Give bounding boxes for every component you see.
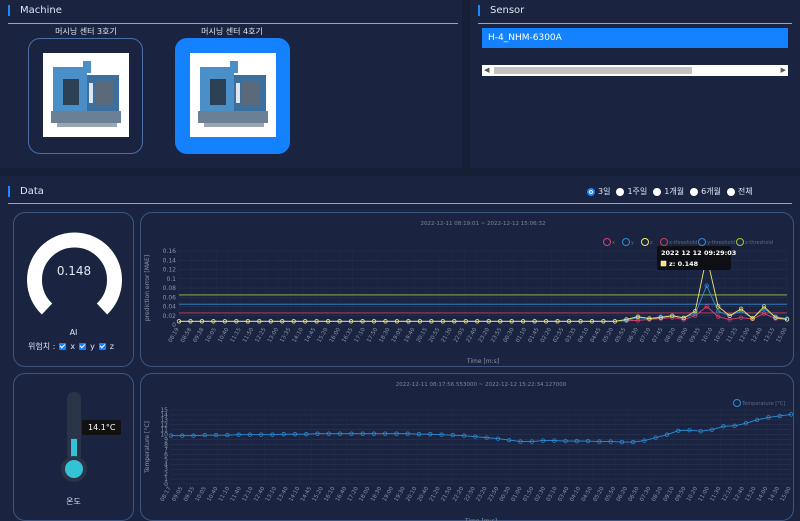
radio-icon[interactable] xyxy=(616,187,625,196)
temperature-chart-card: 2022-12-11 08:17:56.553000 ~ 2022-12-12 … xyxy=(140,373,794,521)
range-all[interactable]: 전체 xyxy=(726,186,753,197)
ai-gauge-card: 0.148 AI 위험치 : x y z xyxy=(13,212,134,367)
legend-label: y xyxy=(631,240,634,246)
y-tick-label: 0.16 xyxy=(163,248,177,255)
tooltip-time: 2022 12 12 09:29:03 xyxy=(661,249,736,257)
risk-checks: 위험치 : x y z xyxy=(28,342,114,351)
legend-label: y-threshold xyxy=(707,240,735,246)
radio-icon[interactable] xyxy=(726,187,735,196)
x-tick-label: 15:00 xyxy=(780,486,793,503)
tooltip-value: z: 0.148 xyxy=(669,260,699,268)
radio-icon[interactable] xyxy=(690,187,699,196)
chart-title: 2022-12-11 08:17:56.553000 ~ 2022-12-12 … xyxy=(396,382,567,388)
scroll-left-icon[interactable]: ◀ xyxy=(484,65,489,76)
range-3days[interactable]: 3일 xyxy=(587,186,610,197)
tooltip-swatch xyxy=(660,260,667,267)
temperature-tooltip: 14.1°C xyxy=(82,420,122,435)
scroll-right-icon[interactable]: ▶ xyxy=(781,65,786,76)
legend-marker xyxy=(660,238,668,246)
legend-marker xyxy=(733,399,741,407)
machine-image xyxy=(43,53,129,137)
prediction-error-chart-card: 2022-12-11 08:19:01 ~ 2022-12-12 15:06:3… xyxy=(140,212,794,367)
y-tick-label: 0.04 xyxy=(163,304,177,311)
section-marker xyxy=(8,186,10,197)
machine-label-4: 머시닝 센터 4호기 xyxy=(201,27,263,36)
checkbox-y[interactable] xyxy=(79,343,87,350)
temperature-label: 온도 xyxy=(66,497,81,506)
machine-image xyxy=(190,53,276,137)
legend-label: z-threshold xyxy=(745,240,773,246)
ai-label: AI xyxy=(69,328,78,337)
machine-card-4[interactable] xyxy=(175,38,290,154)
checkbox-z[interactable] xyxy=(98,343,106,350)
radio-selected-icon[interactable] xyxy=(587,187,595,196)
legend-marker xyxy=(736,238,744,246)
series-line-temperature xyxy=(171,413,792,443)
machine-label-3: 머시닝 센터 3호기 xyxy=(55,27,117,36)
ai-gauge: 0.148 xyxy=(27,232,122,315)
y-tick-label: 0.06 xyxy=(163,294,177,301)
sensor-divider xyxy=(478,23,792,24)
range-6months[interactable]: 6개월 xyxy=(690,186,721,197)
legend-label: x-threshold xyxy=(669,240,697,246)
temperature-chart: 2022-12-11 08:17:56.553000 ~ 2022-12-12 … xyxy=(144,382,794,521)
data-title: Data xyxy=(20,186,44,197)
prediction-error-chart: 2022-12-11 08:19:01 ~ 2022-12-12 15:06:3… xyxy=(144,221,790,365)
cnc-machine-icon xyxy=(51,61,121,127)
legend-label: z xyxy=(650,240,653,246)
chart-title: 2022-12-11 08:19:01 ~ 2022-12-12 15:06:3… xyxy=(421,221,546,227)
machine-divider xyxy=(8,23,458,24)
thermometer-bulb xyxy=(65,460,83,478)
legend-marker xyxy=(603,238,611,246)
machine-card-3[interactable] xyxy=(28,38,143,154)
legend-label: x xyxy=(612,240,615,246)
legend-marker xyxy=(641,238,649,246)
sensor-panel xyxy=(470,0,800,168)
x-tick-label: 15:00 xyxy=(776,327,789,344)
section-marker xyxy=(478,5,480,16)
sensor-list-item-selected[interactable]: H-4_NHM-6300A xyxy=(482,28,788,48)
cnc-machine-icon xyxy=(198,61,268,127)
x-axis-label: Time [m:s] xyxy=(466,358,499,365)
y-tick-label: 15 xyxy=(160,407,168,414)
legend-marker xyxy=(698,238,706,246)
legend-label: Temperature [°C] xyxy=(741,401,785,407)
sensor-section-title: Sensor xyxy=(478,5,524,16)
range-1week[interactable]: 1주일 xyxy=(616,186,647,197)
checkbox-x[interactable] xyxy=(59,343,67,350)
y-tick-label: 0.08 xyxy=(163,285,177,292)
y-axis-label: Temperature [°C] xyxy=(144,421,151,474)
radio-icon[interactable] xyxy=(653,187,662,196)
y-tick-label: 0.14 xyxy=(163,257,177,264)
y-axis-label: prediction error [MAE] xyxy=(144,255,151,321)
y-tick-label: 0.02 xyxy=(163,313,177,320)
section-marker xyxy=(8,5,10,16)
temperature-gauge-card: 14.1°C 온도 xyxy=(13,373,134,521)
data-divider xyxy=(8,203,792,204)
y-tick-label: 0.1 xyxy=(166,276,176,283)
sensor-horizontal-scrollbar[interactable]: ◀ ▶ xyxy=(482,65,788,76)
data-section-title: Data xyxy=(8,186,44,197)
machine-title: Machine xyxy=(20,5,62,16)
machine-section-title: Machine xyxy=(8,5,62,16)
sensor-title: Sensor xyxy=(490,5,525,16)
risk-label: 위험치 : xyxy=(28,342,56,351)
range-1month[interactable]: 1개월 xyxy=(653,186,684,197)
legend-marker xyxy=(622,238,630,246)
scroll-thumb[interactable] xyxy=(494,67,692,74)
y-tick-label: 0.12 xyxy=(163,267,177,274)
gauge-value: 0.148 xyxy=(57,264,91,278)
temperature-value: 14.1°C xyxy=(88,423,116,432)
range-radio-group: 3일 1주일 1개월 6개월 전체 xyxy=(587,186,753,197)
